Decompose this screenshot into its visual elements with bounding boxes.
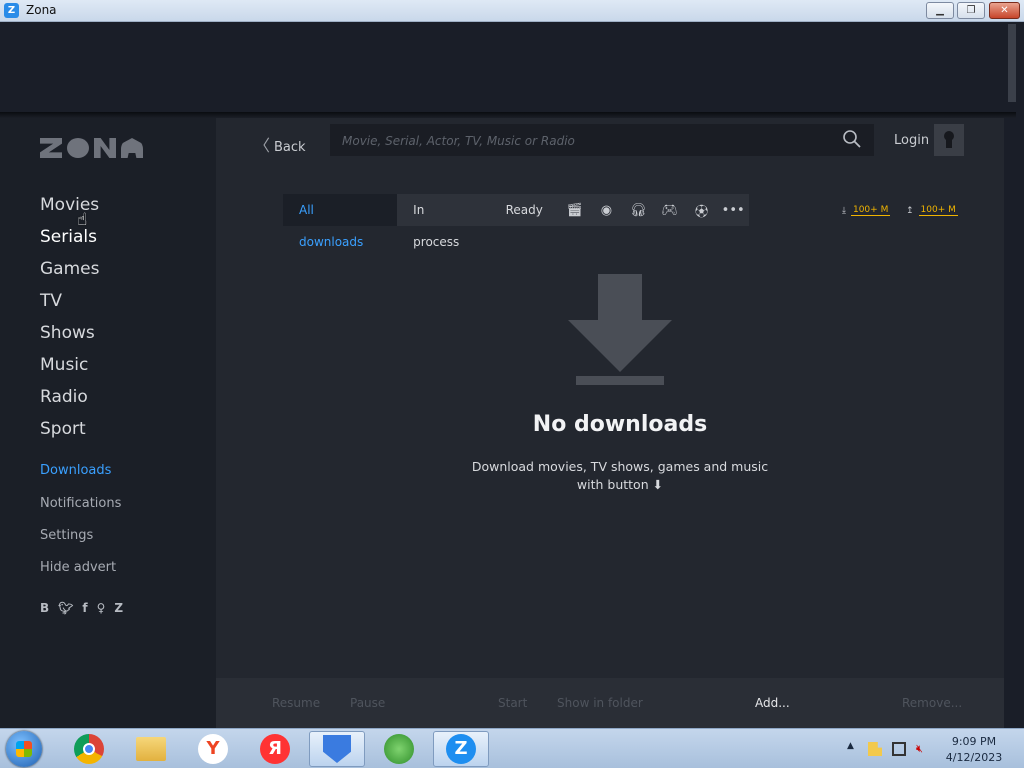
movies-icon[interactable]: 🎬︎: [559, 194, 591, 226]
zona-icon: Z: [446, 734, 476, 764]
empty-state-description: Download movies, TV shows, games and mus…: [471, 459, 769, 492]
search-input[interactable]: [340, 130, 824, 152]
download-speed: ⤓ 100+ M: [842, 205, 891, 216]
taskbar: Y Я Z ▲ 🔇︎ 9:09 PM 4/12/2023: [0, 728, 1024, 768]
tab-all-downloads[interactable]: All downloads: [283, 194, 398, 249]
tab-ready[interactable]: Ready: [490, 194, 559, 226]
show-in-folder-button[interactable]: Show in folder: [557, 696, 643, 710]
sidebar-item-movies[interactable]: Movies: [40, 195, 99, 215]
remove-button[interactable]: Remove...: [902, 696, 962, 710]
sidebar-item-shows[interactable]: Shows: [40, 323, 95, 343]
avatar[interactable]: [934, 124, 964, 156]
sidebar-item-games[interactable]: Games: [40, 259, 99, 279]
sport-icon[interactable]: ⚽︎: [686, 194, 718, 226]
vk-icon[interactable]: B: [40, 601, 49, 615]
advert-area: [0, 22, 1004, 114]
download-arrow-large-icon: [568, 274, 672, 385]
download-filter-bar: All downloads In process Ready 🎬︎ ◉ 🎧︎ 🎮…: [283, 194, 749, 249]
tab-in-process[interactable]: In process: [397, 194, 489, 249]
main-panel: 〈Back Login All downloads In process Rea…: [216, 118, 1004, 728]
odnoklassniki-icon[interactable]: ♀: [97, 601, 106, 615]
system-clock[interactable]: 9:09 PM 4/12/2023: [940, 734, 1008, 766]
resume-button[interactable]: Resume: [272, 696, 320, 710]
download-manager-icon: [384, 734, 414, 764]
upload-arrow-icon: ↥: [906, 205, 914, 216]
sidebar-item-downloads[interactable]: Downloads: [40, 463, 111, 478]
sidebar-item-settings[interactable]: Settings: [40, 528, 93, 543]
more-icon[interactable]: •••: [717, 194, 749, 226]
download-small-icon: ⬇: [652, 477, 664, 492]
zona-app-icon: Z: [4, 3, 19, 18]
folder-icon: [136, 737, 166, 761]
window-title: Zona: [26, 3, 57, 17]
sidebar-item-notifications[interactable]: Notifications: [40, 496, 121, 511]
hand-cursor-icon: ☝: [77, 210, 88, 230]
restore-button[interactable]: ❐: [957, 2, 985, 19]
chevron-left-icon: 〈: [254, 136, 271, 155]
music-icon[interactable]: 🎧︎: [622, 194, 654, 226]
add-button[interactable]: Add...: [755, 696, 790, 710]
yandex-browser-icon: Y: [198, 734, 228, 764]
scrollbar[interactable]: [1004, 22, 1024, 728]
sidebar: Movies Serials Games TV Shows Music Radi…: [0, 118, 216, 728]
sidebar-item-sport[interactable]: Sport: [40, 419, 86, 439]
back-button[interactable]: 〈 Back: [254, 132, 306, 156]
pause-button[interactable]: Pause: [350, 696, 385, 710]
yandex-icon: Я: [260, 734, 290, 764]
download-arrow-icon: ⤓: [842, 205, 846, 216]
sidebar-item-music[interactable]: Music: [40, 355, 88, 375]
start-button[interactable]: Start: [498, 696, 527, 710]
search-icon[interactable]: [842, 129, 862, 149]
windows-logo-icon: [16, 741, 32, 757]
social-links: B 🐦︎ f ♀ Z: [40, 601, 123, 615]
zona-social-icon[interactable]: Z: [114, 601, 123, 615]
sidebar-item-serials[interactable]: Serials: [40, 227, 97, 247]
explorer-taskbar-button[interactable]: [123, 731, 179, 767]
empty-state-title: No downloads: [532, 412, 708, 437]
serials-icon[interactable]: ◉: [591, 194, 623, 226]
downloads-action-bar: Resume Pause Start Show in folder Add...…: [216, 678, 1004, 728]
upload-speed: ↥ 100+ M: [906, 205, 958, 216]
minimize-button[interactable]: ▁: [926, 2, 954, 19]
download-manager-taskbar-button[interactable]: [371, 731, 427, 767]
sidebar-item-hide-advert[interactable]: Hide advert: [40, 560, 116, 575]
chrome-taskbar-button[interactable]: [61, 731, 117, 767]
app-taskbar-button[interactable]: [309, 731, 365, 767]
zona-logo[interactable]: [40, 137, 143, 159]
sidebar-item-tv[interactable]: TV: [40, 291, 62, 311]
window-title-bar: Z Zona ▁ ❐ ✕: [0, 0, 1024, 22]
close-button[interactable]: ✕: [989, 2, 1020, 19]
volume-muted-icon[interactable]: 🔇︎: [916, 742, 930, 756]
yandex-browser-taskbar-button[interactable]: Y: [185, 731, 241, 767]
show-hidden-icons-button[interactable]: ▲: [847, 741, 854, 751]
scrollbar-thumb[interactable]: [1008, 24, 1016, 102]
start-button[interactable]: [6, 731, 42, 767]
facebook-icon[interactable]: f: [82, 601, 87, 615]
sidebar-item-radio[interactable]: Radio: [40, 387, 88, 407]
search-box: [330, 124, 874, 156]
network-icon[interactable]: [892, 742, 906, 756]
action-center-flag-icon[interactable]: [868, 742, 882, 756]
twitter-icon[interactable]: 🐦︎: [58, 601, 73, 615]
games-icon[interactable]: 🎮︎: [654, 194, 686, 226]
zona-taskbar-button[interactable]: Z: [433, 731, 489, 767]
header: 〈Back Login: [216, 118, 1004, 166]
chrome-icon: [74, 734, 104, 764]
login-button[interactable]: Login: [894, 133, 929, 148]
yandex-taskbar-button[interactable]: Я: [247, 731, 303, 767]
shield-app-icon: [323, 735, 351, 763]
